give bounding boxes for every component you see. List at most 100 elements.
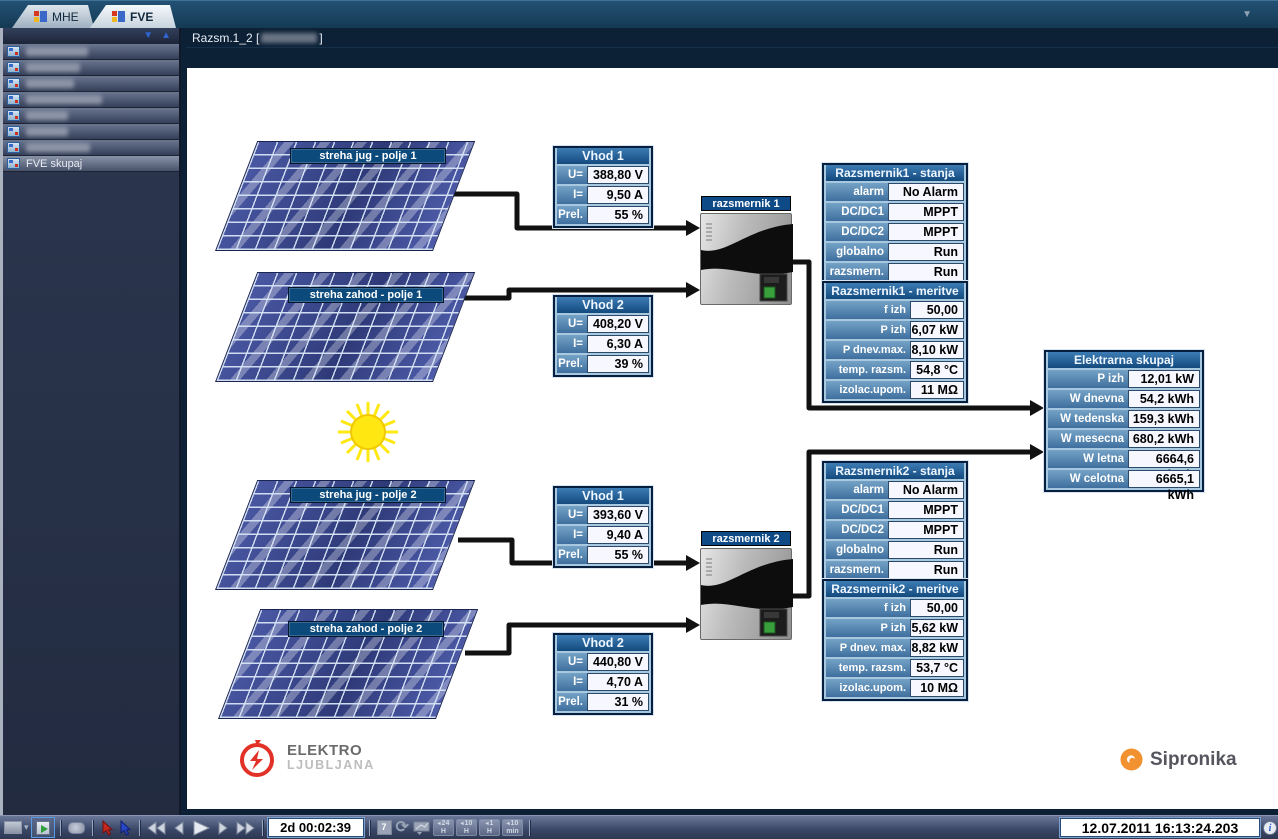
row-value: 408,20 V bbox=[587, 315, 649, 333]
row-label: I= bbox=[557, 335, 587, 353]
blue-pointer-icon bbox=[118, 820, 132, 836]
elektro-logo-subtext: LJUBLJANA bbox=[287, 758, 375, 772]
row-label: I= bbox=[557, 526, 587, 544]
right-arrow-icon bbox=[215, 821, 231, 835]
row-label: U= bbox=[557, 506, 587, 524]
inverter1-status-table: Razsmernik1 - stanja alarmNo Alarm DC/DC… bbox=[822, 163, 968, 285]
row-label: DC/DC2 bbox=[826, 521, 888, 539]
tab-mhe[interactable]: MHE bbox=[12, 5, 94, 28]
vhod2-table-inverter1: Vhod 2 U=408,20 V I=6,30 A Prel.39 % bbox=[553, 295, 653, 377]
elektro-emblem-icon bbox=[235, 736, 279, 780]
double-right-icon bbox=[235, 821, 255, 835]
row-value: No Alarm bbox=[888, 183, 964, 201]
row-label: Prel. bbox=[557, 355, 587, 373]
screen-icon bbox=[7, 110, 20, 121]
row-label: DC/DC1 bbox=[826, 501, 888, 519]
skip-back-button[interactable] bbox=[147, 818, 167, 838]
row-label: W tedenska bbox=[1048, 410, 1128, 428]
sort-down-icon[interactable]: ▼ bbox=[143, 31, 153, 41]
sidebar-item-redacted[interactable] bbox=[3, 92, 179, 108]
row-value: 54,8 °C bbox=[910, 361, 964, 379]
row-value: 6665,1 kWh bbox=[1128, 470, 1200, 488]
row-value: Run bbox=[888, 243, 964, 261]
screen-select-dropdown[interactable]: ▾ bbox=[4, 818, 29, 838]
screen-icon bbox=[7, 158, 20, 169]
row-label: P dnev. max. bbox=[826, 639, 910, 657]
datetime-field[interactable]: 12.07.2011 16:13:24.203 bbox=[1060, 818, 1260, 837]
row-value: 9,50 A bbox=[587, 186, 649, 204]
skip-forward-button[interactable] bbox=[235, 818, 255, 838]
inverter1-measurement-table: Razsmernik1 - meritve f izh50,00 Hz P iz… bbox=[822, 281, 968, 403]
tab-fve[interactable]: FVE bbox=[90, 5, 176, 28]
row-label: Prel. bbox=[557, 206, 587, 224]
refresh-icon: ⟳ bbox=[396, 820, 409, 836]
table-title: Razsmernik1 - meritve bbox=[826, 283, 964, 299]
row-value: 8,10 kW bbox=[910, 341, 964, 359]
tab-bar: MHE FVE ▼ bbox=[0, 0, 1278, 28]
red-pointer-icon bbox=[100, 820, 114, 836]
live-mode-button[interactable] bbox=[31, 817, 55, 838]
cursor-mode-red-button[interactable] bbox=[100, 818, 114, 838]
row-value: 6,30 A bbox=[587, 335, 649, 353]
row-label: W letna bbox=[1048, 450, 1128, 468]
table-title: Razsmernik1 - stanja bbox=[826, 165, 964, 181]
panel-label: streha zahod - polje 2 bbox=[288, 621, 444, 637]
sidebar-header: ▼ ▲ bbox=[3, 28, 179, 44]
row-value: No Alarm bbox=[888, 481, 964, 499]
row-label: P izh bbox=[826, 619, 910, 637]
chevron-down-icon[interactable]: ▼ bbox=[1242, 9, 1252, 20]
sidebar-item-redacted[interactable] bbox=[3, 76, 179, 92]
row-label: Prel. bbox=[557, 693, 587, 711]
screen-title: Razsm.1_2 [ ] bbox=[186, 28, 1278, 48]
row-value: 680,2 kWh bbox=[1128, 430, 1200, 448]
row-label: f izh bbox=[826, 301, 910, 319]
row-label: DC/DC2 bbox=[826, 223, 888, 241]
step-10h-button[interactable]: 10H bbox=[456, 819, 477, 836]
row-label: U= bbox=[557, 315, 587, 333]
step-10min-button[interactable]: 10min bbox=[502, 819, 523, 836]
sort-up-icon[interactable]: ▲ bbox=[161, 31, 171, 41]
sidebar-item-redacted[interactable] bbox=[3, 140, 179, 156]
cursor-mode-blue-button[interactable] bbox=[118, 818, 132, 838]
info-icon[interactable]: i bbox=[1263, 821, 1277, 835]
row-label: alarm bbox=[826, 183, 888, 201]
step-1h-button[interactable]: 1H bbox=[479, 819, 500, 836]
step-24h-button[interactable]: 24H bbox=[433, 819, 454, 836]
inverter-label: razsmernik 2 bbox=[701, 531, 791, 546]
trend-icon bbox=[413, 821, 430, 835]
sidebar-item-redacted[interactable] bbox=[3, 44, 179, 60]
refresh-button[interactable]: ⟳ bbox=[396, 818, 409, 838]
trend-export-button[interactable] bbox=[413, 818, 430, 838]
screen-title-text: Razsm.1_2 [ bbox=[192, 31, 259, 45]
snapshot-button[interactable] bbox=[68, 818, 85, 838]
time-offset-field[interactable]: 2d 00:02:39 bbox=[268, 818, 364, 837]
row-value: 50,00 Hz bbox=[910, 599, 964, 617]
screen-icon bbox=[7, 46, 20, 57]
vhod1-table-inverter1: Vhod 1 U=388,80 V I=9,50 A Prel.55 % bbox=[553, 146, 653, 228]
screen-icon bbox=[7, 62, 20, 73]
inverter2-measurement-table: Razsmernik2 - meritve f izh50,00 Hz P iz… bbox=[822, 579, 968, 701]
step-back-button[interactable] bbox=[171, 818, 187, 838]
tab-screen-icon bbox=[112, 11, 125, 22]
step-forward-button[interactable] bbox=[215, 818, 231, 838]
row-value: 159,3 kWh bbox=[1128, 410, 1200, 428]
row-value: 4,70 A bbox=[587, 673, 649, 691]
panel-label: streha zahod - polje 1 bbox=[288, 287, 444, 303]
row-label: DC/DC1 bbox=[826, 203, 888, 221]
calendar-button[interactable]: 7 bbox=[377, 818, 392, 838]
row-value: 12,01 kW bbox=[1128, 370, 1200, 388]
panel-label: streha jug - polje 2 bbox=[290, 487, 446, 503]
row-label: temp. razsm. bbox=[826, 659, 910, 677]
sidebar-item-redacted[interactable] bbox=[3, 124, 179, 140]
sidebar-item-fve-skupaj[interactable]: FVE skupaj bbox=[3, 156, 179, 172]
playback-toolbar: ▾ 2d 00:02:39 7 ⟳ bbox=[0, 815, 1278, 839]
monitor-icon bbox=[4, 821, 22, 834]
sun-icon bbox=[338, 402, 398, 462]
table-title: Vhod 2 bbox=[557, 297, 649, 313]
play-button[interactable] bbox=[191, 818, 211, 838]
mimic-canvas: streha jug - polje 1 streha zahod - polj… bbox=[187, 68, 1278, 809]
double-left-icon bbox=[147, 821, 167, 835]
table-title: Razsmernik2 - meritve bbox=[826, 581, 964, 597]
sidebar-item-redacted[interactable] bbox=[3, 108, 179, 124]
sidebar-item-redacted[interactable] bbox=[3, 60, 179, 76]
